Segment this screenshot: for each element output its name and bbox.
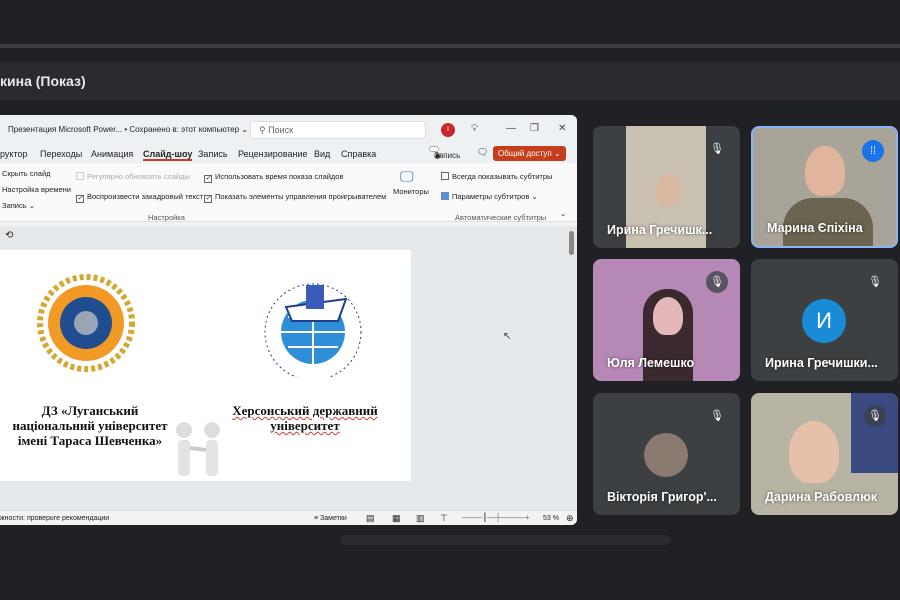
zoom-slider[interactable]: –――┃―┼―――+	[462, 513, 530, 522]
participant-tile[interactable]: 🎙︎ Вікторія Григор'...	[593, 393, 740, 515]
user-avatar[interactable]: I	[441, 123, 455, 137]
luhansk-university-logo	[37, 274, 135, 372]
speaking-indicator-icon: ⁞⁞	[862, 140, 884, 162]
participant-name: Марина Єпіхіна	[767, 221, 863, 235]
participant-tile-speaking[interactable]: ⁞⁞ Марина Єпіхіна	[751, 126, 898, 248]
reading-view-icon[interactable]: ▥	[416, 513, 425, 524]
record-button[interactable]: ◉ Запись	[429, 146, 460, 160]
left-university-name: ДЗ «Луганський національний університет …	[12, 403, 168, 448]
participant-avatar: И	[802, 299, 846, 343]
participant-tile[interactable]: 🎙︎ Юля Лемешко	[593, 259, 740, 381]
use-timings-checkbox[interactable]: ✓ Использовать время показа слайдов	[204, 172, 343, 183]
top-divider	[0, 44, 900, 48]
hide-slide-button[interactable]: Скрыть слайд	[2, 169, 51, 178]
vertical-scrollbar[interactable]	[569, 231, 574, 255]
collapse-ribbon-icon[interactable]: ⌄	[560, 209, 566, 218]
lightbulb-icon[interactable]: 💡︎	[471, 123, 478, 134]
mic-off-icon: 🎙︎	[706, 405, 728, 427]
participant-name: Ирина Гречишк...	[607, 223, 713, 237]
play-narration-checkbox[interactable]: ✓ Воспроизвести закадровый текст	[76, 192, 203, 203]
group-label-subtitles: Автоматические субтитры	[455, 213, 547, 222]
participant-avatar-photo	[644, 433, 688, 477]
search-input[interactable]: ⚲ Поиск	[250, 121, 426, 139]
minimize-button[interactable]: —	[506, 123, 516, 134]
monitor-icon: 🖵︎	[400, 168, 414, 184]
right-university-name: Херсонський державний університет	[232, 403, 378, 433]
slide-editor: ⟲ ДЗ «Луганський національний університе…	[0, 226, 577, 510]
kherson-university-logo	[264, 283, 362, 377]
zoom-level[interactable]: 53 %	[543, 515, 559, 522]
document-title[interactable]: Презентация Microsoft Power... • Сохране…	[8, 125, 248, 134]
always-subtitles-checkbox[interactable]: Всегда показывать субтитры	[441, 172, 552, 181]
group-label-setup: Настройка	[148, 213, 185, 222]
close-button[interactable]: ✕	[558, 123, 566, 134]
participant-name: Юля Лемешко	[607, 356, 695, 370]
presentation-header: кина (Показ)	[0, 62, 900, 100]
comment-icon[interactable]: 🗨︎	[477, 147, 488, 158]
monitors-button[interactable]: Мониторы	[393, 187, 429, 196]
slide-sorter-icon[interactable]: ▦	[392, 513, 401, 524]
tab-review[interactable]: Рецензирование	[238, 149, 308, 159]
bottom-control-bar	[340, 535, 670, 545]
tab-transitions[interactable]: Переходы	[40, 149, 82, 159]
ribbon-tabs: руктор Переходы Анимация Слайд-шоу Запис…	[0, 145, 577, 163]
tab-slideshow[interactable]: Слайд-шоу	[143, 149, 193, 161]
designer-icon[interactable]: ⟲	[5, 230, 13, 241]
participant-face	[789, 421, 839, 483]
tab-view[interactable]: Вид	[314, 149, 330, 159]
participant-name: Дарина Рабовлюк	[765, 490, 878, 504]
maximize-button[interactable]: ❐	[530, 123, 539, 134]
slide[interactable]: ДЗ «Луганський національний університет …	[0, 250, 411, 481]
accessibility-status[interactable]: жности: проверьте рекомендации	[0, 515, 109, 522]
status-bar: жности: проверьте рекомендации ≡ Заметки…	[0, 510, 577, 525]
participant-face	[653, 297, 683, 335]
title-bar: Презентация Microsoft Power... • Сохране…	[0, 115, 577, 145]
timing-button[interactable]: Настройка времени	[2, 185, 71, 194]
share-button[interactable]: Общий доступ ⌄	[493, 146, 566, 161]
handshake-figures-image	[176, 422, 220, 476]
tab-help[interactable]: Справка	[341, 149, 376, 159]
ribbon: Скрыть слайд Настройка времени Запись ⌄ …	[0, 163, 577, 222]
participant-face	[655, 174, 681, 206]
mouse-cursor: ↖	[503, 331, 512, 342]
mic-off-icon: 🎙︎	[864, 405, 886, 427]
fit-slide-icon[interactable]: ⊕	[566, 513, 574, 524]
presentation-title: кина (Показ)	[0, 73, 86, 89]
show-controls-checkbox[interactable]: ✓ Показать элементы управления проигрыват…	[204, 192, 386, 203]
auto-update-checkbox[interactable]: Регулярно обновлять слайды	[76, 172, 190, 181]
participant-face	[805, 146, 845, 196]
powerpoint-window: Презентация Microsoft Power... • Сохране…	[0, 115, 577, 525]
tab-design[interactable]: руктор	[0, 149, 27, 159]
tab-animation[interactable]: Анимация	[91, 149, 133, 159]
slideshow-view-icon[interactable]: ⊤	[440, 513, 448, 524]
participant-name: Вікторія Григор'...	[607, 490, 717, 504]
subtitle-settings-button[interactable]: Параметры субтитров ⌄	[441, 192, 538, 201]
mic-off-icon: 🎙︎	[864, 271, 886, 293]
mic-off-icon: 🎙︎	[706, 271, 728, 293]
record-dropdown[interactable]: Запись ⌄	[2, 201, 35, 210]
participant-tile[interactable]: И 🎙︎ Ирина Гречишки...	[751, 259, 898, 381]
tab-record[interactable]: Запись	[198, 149, 228, 159]
participant-name: Ирина Гречишки...	[765, 356, 878, 370]
participant-tile[interactable]: 🎙︎ Ирина Гречишк...	[593, 126, 740, 248]
mic-off-icon: 🎙︎	[706, 138, 728, 160]
notes-button[interactable]: ≡ Заметки	[314, 515, 347, 522]
search-icon: ⚲	[259, 125, 269, 135]
normal-view-icon[interactable]: ▤	[366, 513, 375, 524]
participant-tile[interactable]: 🎙︎ Дарина Рабовлюк	[751, 393, 898, 515]
